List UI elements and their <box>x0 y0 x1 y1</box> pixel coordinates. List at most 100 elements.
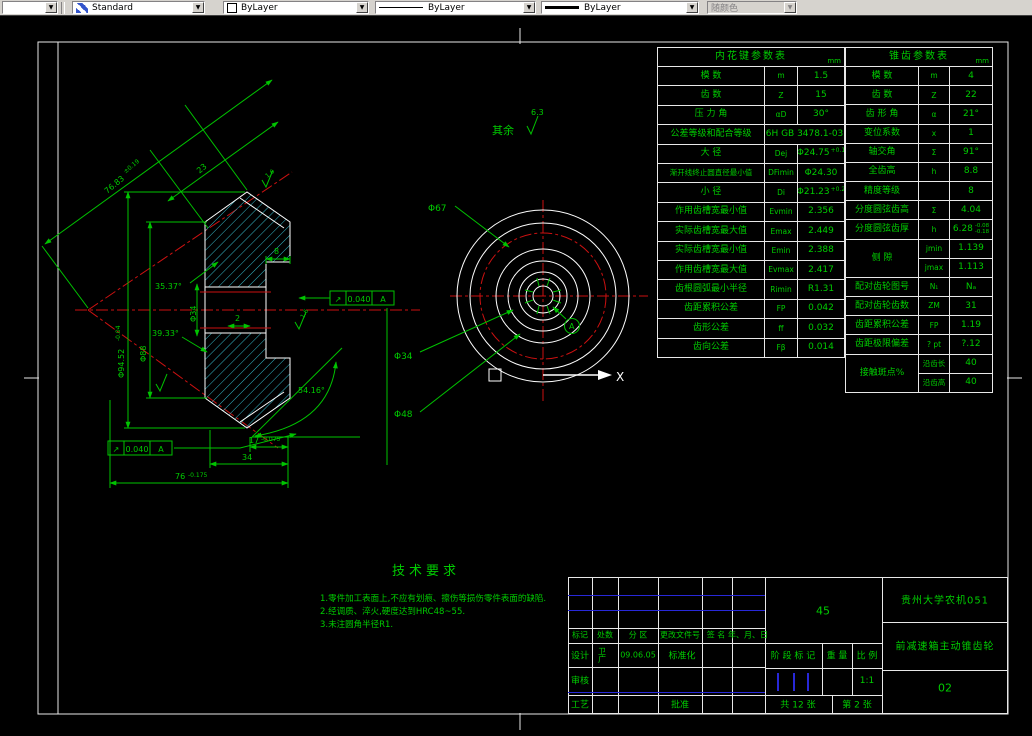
toolbar-separator <box>61 1 65 14</box>
chevron-down-icon[interactable]: ▼ <box>686 2 698 13</box>
dim-34: 34 <box>242 453 252 462</box>
divider <box>822 643 823 695</box>
lineweight-combo[interactable]: ByLayer ▼ <box>541 1 699 14</box>
divider <box>568 695 882 696</box>
row-label: 全齿高 <box>846 162 918 182</box>
color-swatch-icon <box>227 2 237 13</box>
process-label: 工艺 <box>570 700 590 711</box>
svg-text:A: A <box>380 295 386 304</box>
svg-text:-0.04: -0.04 <box>115 325 122 341</box>
dim-dia-34-front: Φ34 <box>394 352 413 362</box>
design-label: 设计 <box>570 651 590 662</box>
roughness-icon <box>526 115 539 136</box>
dim-17: 17 <box>249 436 259 445</box>
svg-text:0.040: 0.040 <box>126 445 149 454</box>
rev-header: 分 区 <box>628 630 648 640</box>
unit-label: mm <box>827 57 841 65</box>
svg-text:A: A <box>158 445 164 454</box>
divider <box>568 577 569 714</box>
row-label: 作用齿槽宽最小值 <box>658 202 764 222</box>
row-label: 齿距累积公差 <box>658 299 764 319</box>
row-label: 模 数 <box>658 67 764 86</box>
revision-line <box>568 595 765 596</box>
dim-dia-34: Φ34 <box>189 306 198 322</box>
plotstyle-combo: 随颜色 ▼ <box>707 1 797 14</box>
svg-text:0.040: 0.040 <box>348 295 371 304</box>
general-roughness-note: 其余 6.3 <box>492 108 544 137</box>
tech-req-line: 3.未注圆角半径R1. <box>320 620 394 630</box>
revision-line <box>568 692 765 693</box>
row-label: 齿 数 <box>846 86 918 105</box>
unit-label: mm <box>975 57 989 65</box>
layer-combo[interactable]: ▼ <box>2 1 58 14</box>
dim-dia-88: Φ88 <box>139 346 148 362</box>
material: 45 <box>816 604 830 618</box>
row-label: 齿 形 角 <box>846 105 918 124</box>
row-label: 大 径 <box>658 144 764 163</box>
revision-line <box>568 610 765 611</box>
row-label: 模 数 <box>846 67 918 86</box>
svg-text:±0.19: ±0.19 <box>122 158 141 175</box>
row-label: 齿距累积公差 <box>846 316 918 335</box>
gdt-frame-runout-lower: ↗ 0.040 A <box>107 440 173 456</box>
divider <box>882 577 883 714</box>
row-label: 精度等级 <box>846 182 918 201</box>
date: 09.06.05 <box>620 650 656 660</box>
x-axis-label: X <box>616 370 624 384</box>
angle-5416: 54.16° <box>298 386 325 395</box>
chevron-down-icon[interactable]: ▼ <box>356 2 368 13</box>
approve-label: 批准 <box>670 700 690 711</box>
color-value: ByLayer <box>241 2 278 13</box>
row-label: 配对齿轮图号 <box>846 277 918 297</box>
dim-17-tol: -0.075 <box>261 436 281 443</box>
rev-header: 更改文件号 <box>660 630 700 640</box>
divider <box>568 643 882 644</box>
linetype-combo[interactable]: ByLayer ▼ <box>375 1 536 14</box>
tech-req-line: 1.零件加工表面上,不应有划痕、擦伤等损伤零件表面的缺陷. <box>320 594 547 604</box>
scale-value: 1:1 <box>859 676 875 686</box>
title-block: 标记 处数 分 区 更改文件号 签 名 年、月、日 设计 卫广 09.06.05… <box>568 577 1008 714</box>
row-label: 齿距极限偏差 <box>846 335 918 354</box>
chevron-down-icon[interactable]: ▼ <box>192 2 204 13</box>
spline-parameter-table: 内花键参数表 mm 模 数 m 1.5 齿 数 Z 15 压 力 角 αD 30° 公差等级… <box>657 47 845 358</box>
row-label: 渐开线终止圆直径最小值 <box>658 163 764 183</box>
rev-header: 处数 <box>597 630 613 640</box>
divider <box>832 695 833 713</box>
weight-label: 重 量 <box>826 651 848 662</box>
row-label: 分度圆弦齿厚 <box>846 220 918 239</box>
qiyu-value: 6.3 <box>531 108 544 117</box>
angle-3537: 35.37° <box>155 282 182 291</box>
color-combo[interactable]: ByLayer ▼ <box>223 1 369 14</box>
svg-text:76.83: 76.83 <box>103 174 126 196</box>
object-properties-toolbar: ▼ Standard ▼ ByLayer ▼ ByLayer ▼ ByLayer… <box>0 0 1032 16</box>
divider <box>882 622 1008 623</box>
row-label: 齿 数 <box>658 86 764 105</box>
qiyu-label: 其余 <box>492 123 514 137</box>
divider <box>1007 577 1008 714</box>
divider <box>568 713 1008 714</box>
row-label: 分度圆弦齿高 <box>846 201 918 220</box>
runout-icon: ↗ <box>113 445 120 454</box>
dim-2: 2 <box>235 314 240 323</box>
row-label: 作用齿槽宽最大值 <box>658 260 764 280</box>
dim-76-tol: -0.175 <box>188 472 208 479</box>
row-label: 变位系数 <box>846 124 918 143</box>
row-label: 实际齿槽宽最小值 <box>658 241 764 260</box>
tech-req-line: 2.经调质、淬火,硬度达到HRC48~55. <box>320 607 466 617</box>
gdt-frame-runout-upper: ↗ 0.040 A <box>329 290 395 306</box>
divider <box>882 670 1008 671</box>
divider <box>568 667 765 668</box>
organization: 贵州大学农机051 <box>900 595 990 607</box>
rev-header: 标记 <box>572 630 588 640</box>
divider <box>765 577 766 714</box>
text-style-combo[interactable]: Standard ▼ <box>72 1 205 14</box>
stage-mark <box>777 673 779 691</box>
chevron-down-icon[interactable]: ▼ <box>523 2 535 13</box>
gear-section-view: ↗ 0.040 A ↗ 0.040 A 76.83 ±0.19 23 1.6 1… <box>41 79 420 488</box>
style-swatch-icon <box>76 2 88 13</box>
bevel-parameter-table: 锥齿参数表 mm 模 数m4 齿 数 Z 22 齿 形 角 α 21° 变位系数 x 1 轴… <box>845 47 993 393</box>
datum-a-label: A <box>569 322 575 331</box>
chevron-down-icon[interactable]: ▼ <box>45 2 57 13</box>
roughness-1-6: 1.6 <box>264 168 276 180</box>
signature: 卫广 <box>597 647 607 663</box>
